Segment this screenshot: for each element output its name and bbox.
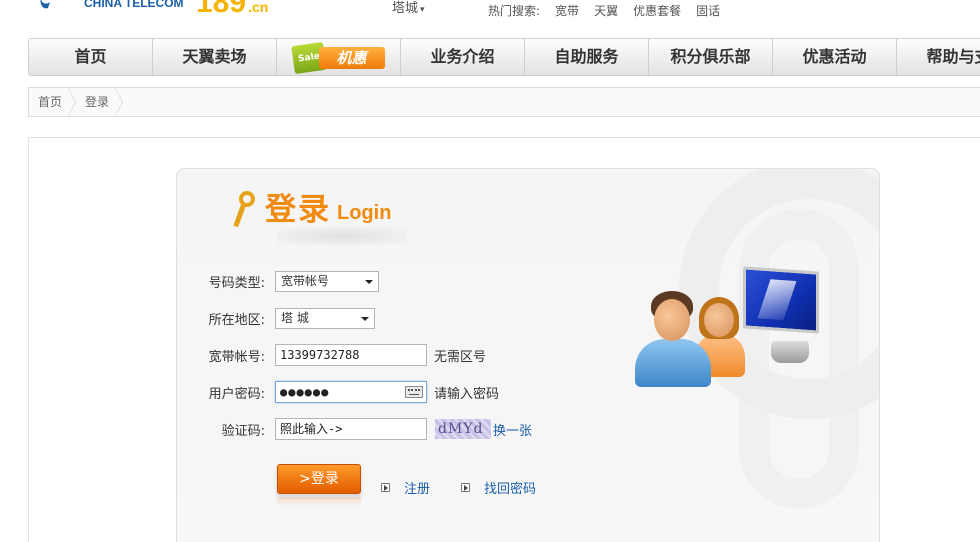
nav-item-jihui[interactable]: Sale 机惠 (277, 39, 401, 75)
password-value: ●●●●●● (280, 385, 330, 399)
breadcrumb-home[interactable]: 首页 (29, 87, 77, 117)
telecom-logo-icon (40, 0, 50, 9)
main-nav: 首页 天翼卖场 Sale 机惠 业务介绍 自助服务 积分俱乐部 优惠活动 帮助与… (28, 38, 980, 76)
account-type-label: 号码类型: (208, 275, 265, 291)
region-select[interactable]: 塔 城 (275, 307, 375, 329)
hot-search-link[interactable]: 宽带 (555, 2, 579, 19)
site-header: CHINA TELECOM 189 .cn 塔城 ▾ 热门搜索: 宽带 天翼 优惠套… (0, 0, 980, 36)
189-logo[interactable]: 189 .cn (196, 0, 268, 20)
telecom-logo-text: CHINA TELECOM (84, 0, 184, 10)
user-female-icon (704, 303, 734, 337)
chevron-down-icon (365, 279, 373, 284)
user-male-body (635, 339, 711, 387)
nav-item-services[interactable]: 业务介绍 (401, 39, 525, 75)
chevron-down-icon: ▾ (420, 5, 425, 15)
189-logo-suffix: .cn (248, 0, 269, 15)
account-row: 宽带帐号: 13399732788 无需区号 (177, 344, 486, 366)
breadcrumb: 首页 登录 (28, 87, 980, 117)
city-selector[interactable]: 塔城 ▾ (392, 0, 425, 16)
promo-label: 机惠 (318, 47, 385, 69)
login-title-cn: 登录 (265, 192, 331, 228)
account-hint: 无需区号 (434, 349, 487, 365)
play-bullet-icon (461, 483, 470, 492)
login-button[interactable]: >登录 (277, 464, 361, 494)
chevron-down-icon (361, 316, 369, 321)
189-logo-number: 189 (196, 0, 247, 19)
breadcrumb-login: 登录 (76, 87, 124, 117)
user-male-icon (654, 299, 690, 341)
china-telecom-logo[interactable]: CHINA TELECOM (38, 0, 184, 10)
account-input[interactable]: 13399732788 (275, 344, 427, 366)
recover-password-link[interactable]: 找回密码 (484, 478, 536, 497)
nav-item-tianyi-store[interactable]: 天翼卖场 (153, 39, 277, 75)
captcha-row: 验证码: 照此输入-> dMYd 换一张 (177, 418, 532, 440)
nav-item-self-service[interactable]: 自助服务 (525, 39, 649, 75)
key-icon (231, 191, 261, 229)
region-row: 所在地区: 塔 城 (177, 307, 375, 329)
recover-link-row: 找回密码 (461, 478, 536, 497)
hot-search-link[interactable]: 优惠套餐 (633, 2, 681, 19)
play-bullet-icon (381, 483, 390, 492)
monitor-icon (743, 266, 819, 334)
nav-item-help[interactable]: 帮助与支 (897, 39, 980, 75)
captcha-image[interactable]: dMYd (435, 419, 491, 439)
users-computer-illustration (633, 266, 843, 389)
password-row: 用户密码: ●●●●●● 请输入密码 (177, 381, 499, 403)
account-type-value: 宽带帐号 (281, 273, 330, 288)
nav-item-promotions[interactable]: 优惠活动 (773, 39, 897, 75)
register-link[interactable]: 注册 (404, 478, 430, 497)
button-reflection (277, 497, 361, 507)
login-panel: 登录 Login 号码类型: 宽带帐号 所在地区: 塔 城 宽带帐号: 1339… (176, 168, 880, 542)
hot-search-link[interactable]: 固话 (696, 2, 720, 19)
hot-search-label: 热门搜索: (488, 4, 541, 18)
login-title: 登录 Login (231, 191, 391, 229)
keyboard-icon[interactable] (405, 386, 423, 398)
register-link-row: 注册 (381, 478, 430, 497)
nav-item-home[interactable]: 首页 (29, 39, 153, 75)
title-shadow (277, 227, 407, 245)
password-input[interactable]: ●●●●●● (275, 381, 427, 403)
region-label: 所在地区: (208, 312, 265, 328)
login-title-en: Login (337, 202, 392, 224)
region-value: 塔 城 (281, 310, 309, 325)
captcha-input[interactable]: 照此输入-> (275, 418, 427, 440)
monitor-stand (771, 341, 809, 363)
account-type-row: 号码类型: 宽带帐号 (177, 270, 379, 292)
promo-graphic: Sale 机惠 (290, 41, 387, 75)
account-type-select[interactable]: 宽带帐号 (275, 270, 379, 292)
city-name: 塔城 (392, 1, 419, 16)
account-label: 宽带帐号: (208, 349, 265, 365)
password-hint: 请输入密码 (434, 386, 500, 402)
hot-search-link[interactable]: 天翼 (594, 2, 618, 19)
captcha-refresh-link[interactable]: 换一张 (493, 420, 532, 439)
nav-item-points-club[interactable]: 积分俱乐部 (649, 39, 773, 75)
password-label: 用户密码: (208, 386, 265, 402)
hot-search: 热门搜索: 宽带 天翼 优惠套餐 固话 (488, 2, 720, 19)
captcha-label: 验证码: (221, 423, 265, 439)
